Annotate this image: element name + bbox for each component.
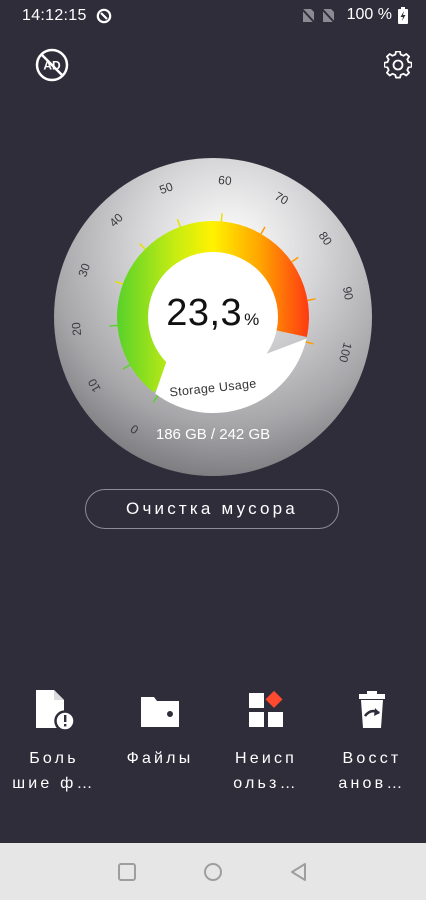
tool-unused-apps[interactable]: Неисп ольз… [216, 688, 316, 796]
percent-unit: % [244, 310, 260, 329]
status-time: 14:12:15 [22, 7, 87, 24]
tool-restore[interactable]: Восст анов… [322, 688, 422, 796]
gauge-tick [220, 213, 223, 222]
unused-apps-icon [249, 690, 283, 727]
home-circle-icon[interactable] [203, 862, 223, 882]
percent-value: 23,3 [166, 292, 243, 334]
folder-icon [141, 697, 179, 727]
gauge-scale-label: 60 [218, 173, 233, 188]
clean-junk-button[interactable]: Очистка мусора [85, 489, 339, 529]
tool-files[interactable]: Файлы [110, 688, 210, 771]
storage-capacity: 186 GB / 242 GB [155, 426, 271, 443]
battery-percent: 100 % [346, 6, 392, 23]
tool-label: Восст анов… [338, 750, 406, 792]
storage-usage-percent: 23,3% [0, 292, 426, 335]
back-triangle-icon[interactable] [289, 862, 309, 882]
tool-label: Неисп ольз… [233, 750, 299, 792]
status-bar: 14:12:15 100 % [0, 0, 426, 32]
notification-app-icon [96, 8, 112, 24]
tool-label: Боль шие ф… [12, 750, 96, 792]
restore-trash-icon [359, 691, 385, 728]
tool-label: Файлы [126, 750, 194, 767]
tools-row: Боль шие ф… Файлы Неисп ольз… Восст анов… [0, 688, 426, 808]
settings-gear-icon[interactable] [384, 51, 412, 79]
navigation-bar [0, 843, 426, 900]
remove-ads-icon[interactable]: AD [35, 48, 69, 82]
no-sim-icon-2 [320, 7, 335, 23]
tool-large-files[interactable]: Боль шие ф… [4, 688, 104, 796]
recents-square-icon[interactable] [117, 862, 137, 882]
no-sim-icon [300, 7, 315, 23]
large-file-warning-icon [36, 690, 76, 732]
battery-charging-icon [398, 6, 408, 24]
